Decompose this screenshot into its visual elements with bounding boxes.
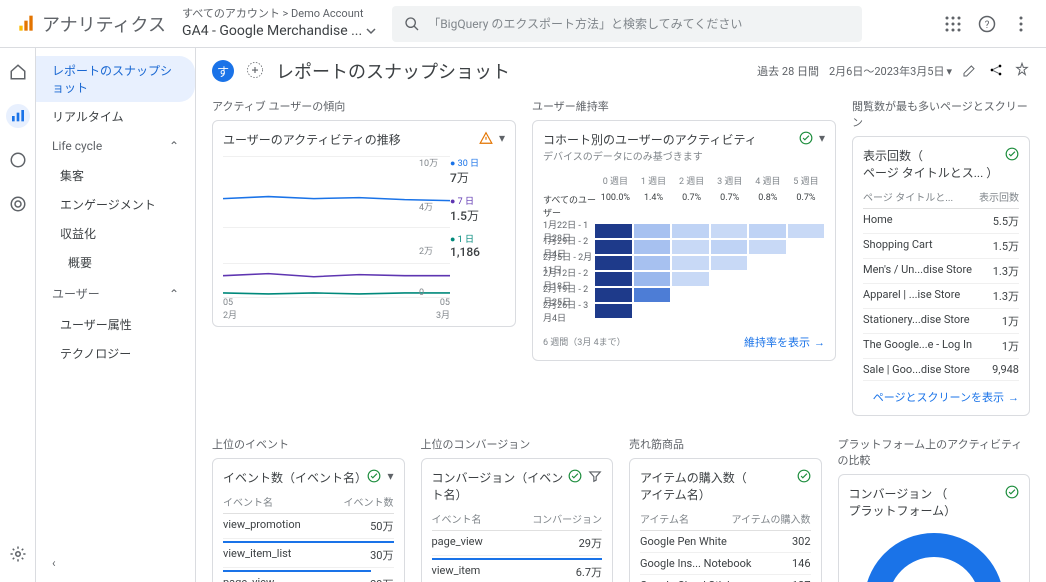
rail-home[interactable] — [6, 60, 30, 84]
brand-logo: アナリティクス — [16, 11, 166, 37]
help-icon[interactable]: ? — [978, 15, 996, 33]
all-users-chip[interactable]: す — [212, 60, 234, 82]
table-row: Google Cloud Sticker137 — [640, 575, 811, 582]
nav-realtime[interactable]: リアルタイム — [36, 102, 195, 131]
table-row: The Google...e - Log In1万 — [863, 334, 1019, 359]
cohort-title: コホート別のユーザーのアクティビティ — [543, 131, 757, 148]
table-row: Apparel | ...ise Store1.3万 — [863, 284, 1019, 309]
rail-admin[interactable] — [6, 542, 30, 566]
nav-user-attr[interactable]: ユーザー属性 — [36, 310, 195, 339]
rail-reports[interactable] — [6, 104, 30, 128]
retention-link[interactable]: 維持率を表示 → — [744, 334, 825, 350]
nav-tech[interactable]: テクノロジー — [36, 339, 195, 368]
rail-explore[interactable] — [6, 148, 30, 172]
search-placeholder: 「BigQuery のエクスポート方法」と検索してみてください — [428, 15, 742, 32]
table-row: page_view29万 — [223, 572, 394, 582]
nav-engagement[interactable]: エンゲージメント — [36, 190, 195, 219]
conv-card: コンバージョン（イベント名） イベント名コンバージョン page_view29万… — [421, 458, 614, 582]
card-menu-icon[interactable]: ▾ — [819, 131, 825, 145]
main-content: す レポートのスナップショット 過去 28 日間 2月6日～2023年3月5日 … — [196, 48, 1046, 582]
pages-link[interactable]: ページとスクリーンを表示 → — [863, 389, 1019, 405]
svg-text:?: ? — [985, 19, 990, 30]
caret-down-icon: ▾ — [946, 65, 952, 78]
table-row: Google Pen White302 — [640, 531, 811, 553]
card-menu-icon[interactable]: ▾ — [499, 131, 505, 145]
nav-monetization[interactable]: 収益化 — [36, 219, 195, 248]
section-screens-title: 閲覧数が最も多いページとスクリーン — [852, 98, 1030, 130]
section-trend-title: アクティブ ユーザーの傾向 — [212, 98, 516, 114]
check-icon — [568, 469, 582, 483]
table-row: Men's / Un...dise Store1.3万 — [863, 259, 1019, 284]
nav-panel: レポートのスナップショット リアルタイム Life cycle⌃ 集客 エンゲー… — [36, 48, 196, 582]
table-row: view_item6.7万 — [432, 560, 603, 582]
property-selector[interactable]: すべてのアカウント > Demo Account GA4 - Google Me… — [182, 7, 376, 39]
caret-down-icon — [366, 26, 376, 36]
check-icon — [367, 469, 381, 483]
card-menu-icon[interactable]: ▾ — [387, 469, 393, 483]
chevron-up-icon: ⌃ — [169, 287, 179, 301]
nav-lifecycle[interactable]: Life cycle⌃ — [36, 131, 195, 161]
nav-collapse[interactable]: ‹ — [52, 556, 56, 570]
share-icon[interactable] — [988, 62, 1004, 81]
account-path: すべてのアカウント > Demo Account — [182, 7, 376, 21]
search-input[interactable]: 「BigQuery のエクスポート方法」と検索してみてください — [392, 6, 862, 42]
check-icon — [1005, 147, 1019, 161]
trend-chart: 052月053月 ● 30 日7万 ● 7 日1.5万 ● 1 日1,186 1… — [223, 156, 505, 316]
pages-card: 表示回数（ページ タイトルとス... ） ページ タイトルと...表示回数 Ho… — [852, 136, 1030, 416]
nav-snapshot[interactable]: レポートのスナップショット — [36, 56, 195, 102]
events-card: イベント数（イベント名）▾ イベント名イベント数 view_promotion5… — [212, 458, 405, 582]
table-row: Home5.5万 — [863, 209, 1019, 234]
table-row: Shopping Cart1.5万 — [863, 234, 1019, 259]
table-row: view_promotion50万 — [223, 514, 394, 539]
nav-user[interactable]: ユーザー⌃ — [36, 277, 195, 310]
nav-acquisition[interactable]: 集客 — [36, 161, 195, 190]
anomaly-icon[interactable] — [479, 131, 493, 145]
nav-overview[interactable]: 概要 — [36, 248, 195, 277]
search-icon — [404, 16, 420, 32]
analytics-icon — [16, 14, 36, 34]
edit-icon[interactable] — [962, 62, 978, 81]
filter-icon[interactable] — [588, 469, 602, 483]
table-row: Sale | Goo...dise Store9,948 — [863, 359, 1019, 381]
period-label: 過去 28 日間 — [757, 63, 819, 79]
check-icon — [799, 131, 813, 145]
check-icon — [1005, 485, 1019, 499]
table-row: page_view29万 — [432, 531, 603, 556]
platform-card: コンバージョン （プラットフォーム） ■ WEB100.0% ユーザーの環境の詳… — [838, 474, 1031, 582]
items-card: アイテムの購入数（アイテム名） アイテム名アイテムの購入数 Google Pen… — [629, 458, 822, 582]
trend-card: ユーザーのアクティビティの推移 ▾ — [212, 120, 516, 327]
check-icon — [797, 469, 811, 483]
rail-ads[interactable] — [6, 192, 30, 216]
more-icon[interactable] — [1012, 15, 1030, 33]
page-title: レポートのスナップショット — [276, 58, 510, 84]
add-segment-button[interactable] — [246, 61, 264, 82]
property-name: GA4 - Google Merchandise ... — [182, 22, 362, 40]
brand-name: アナリティクス — [42, 11, 166, 37]
section-retention-title: ユーザー維持率 — [532, 98, 836, 114]
chevron-up-icon: ⌃ — [169, 139, 179, 153]
table-row: view_item_list30万 — [223, 543, 394, 568]
left-rail — [0, 48, 36, 582]
apps-icon[interactable] — [944, 15, 962, 33]
table-row: Stationery...dise Store1万 — [863, 309, 1019, 334]
insights-icon[interactable] — [1014, 62, 1030, 81]
cohort-row: 2月26日 - 3月4日 — [543, 304, 825, 318]
cohort-card: コホート別のユーザーのアクティビティデバイスのデータにのみ基づきます ▾ 0 週… — [532, 120, 836, 361]
date-range-picker[interactable]: 2月6日～2023年3月5日 ▾ — [829, 63, 952, 79]
trend-card-title: ユーザーのアクティビティの推移 — [223, 131, 401, 148]
donut-chart — [864, 533, 1004, 582]
table-row: Google Ins... Notebook146 — [640, 553, 811, 575]
